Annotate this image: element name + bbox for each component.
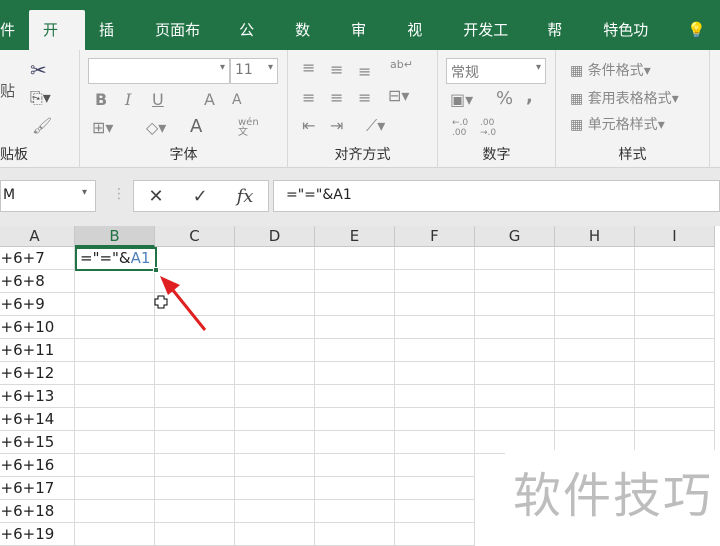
watermark: 软件技巧	[505, 450, 720, 540]
red-arrow	[170, 288, 207, 331]
red-arrow-head	[160, 276, 180, 295]
cursor-plus-icon	[154, 295, 168, 309]
